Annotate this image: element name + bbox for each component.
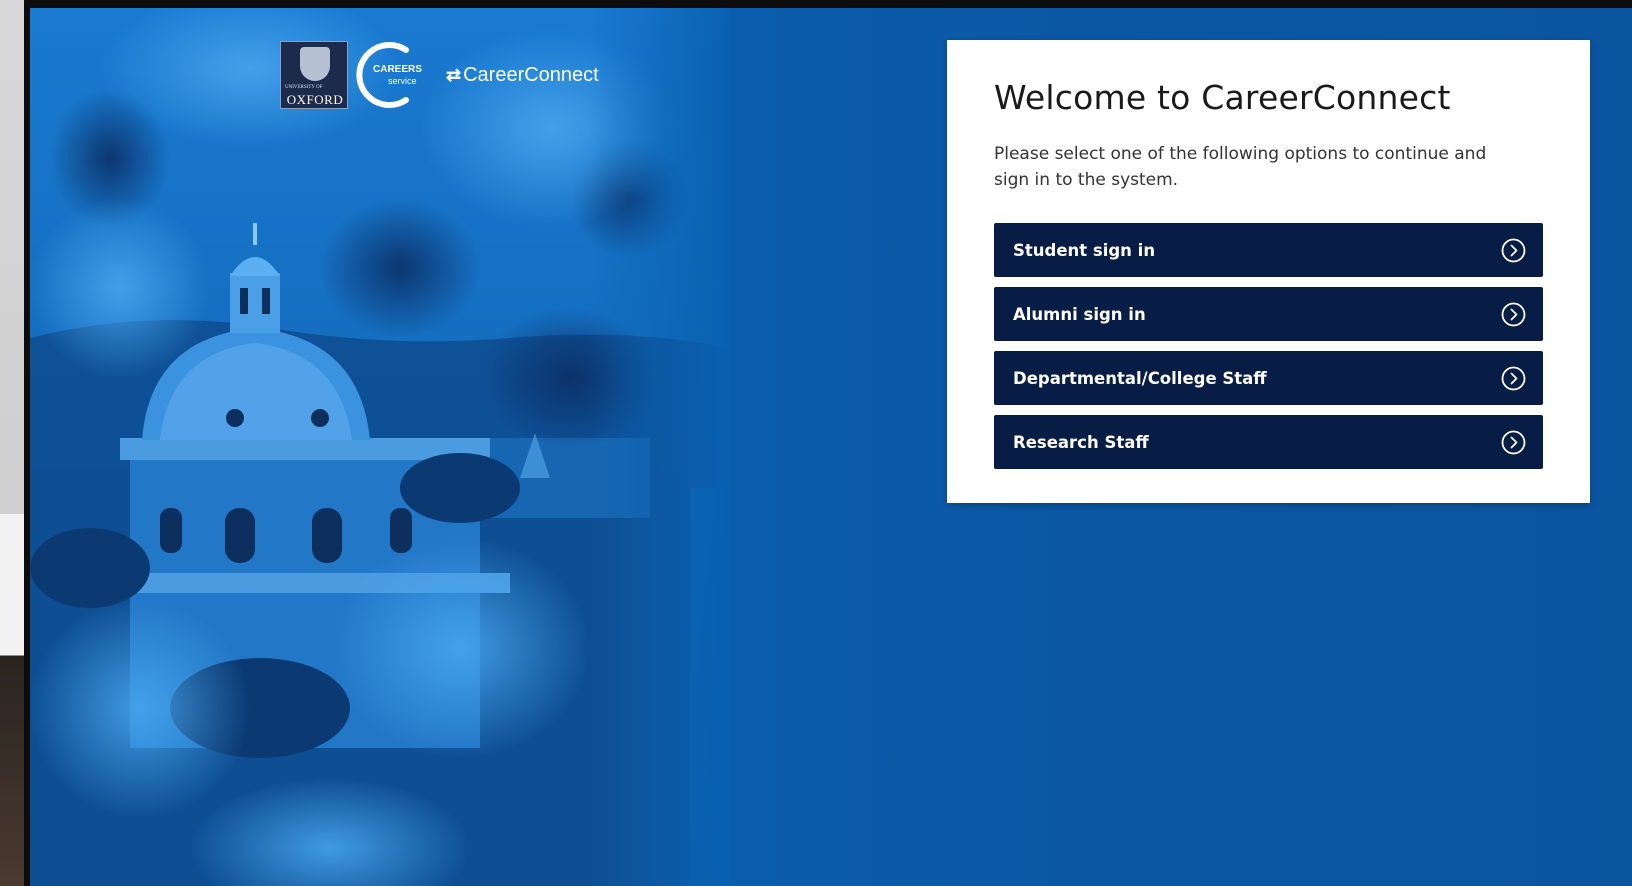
oxford-small-text: UNIVERSITY OF	[285, 85, 323, 90]
screen-frame: UNIVERSITY OF OXFORD CAREERS service ⇄ C…	[0, 0, 1632, 886]
alumni-sign-in-button[interactable]: Alumni sign in	[994, 287, 1543, 341]
careers-service-logo: CAREERS service	[354, 40, 426, 110]
oxford-crest-icon	[300, 47, 330, 81]
sign-in-card: Welcome to CareerConnect Please select o…	[947, 40, 1590, 503]
oxford-wordmark: OXFORD	[286, 92, 344, 107]
chevron-circle-right-icon	[1501, 430, 1526, 455]
background-window-edge	[0, 0, 24, 886]
departmental-college-staff-button[interactable]: Departmental/College Staff	[994, 351, 1543, 405]
page-title: Welcome to CareerConnect	[994, 78, 1451, 117]
research-staff-button[interactable]: Research Staff	[994, 415, 1543, 469]
hero-photo-radcliffe-camera	[30, 8, 730, 886]
student-sign-in-label: Student sign in	[1013, 240, 1156, 260]
chevron-circle-right-icon	[1501, 238, 1526, 263]
instructions-text: Please select one of the following optio…	[994, 144, 1487, 190]
link-icon: ⇄	[446, 64, 462, 85]
chevron-circle-right-icon	[1501, 366, 1526, 391]
careerconnect-logo: ⇄ CareerConnect	[446, 64, 599, 87]
departmental-college-staff-label: Departmental/College Staff	[1013, 368, 1267, 388]
alumni-sign-in-label: Alumni sign in	[1013, 304, 1146, 324]
brand-logos: UNIVERSITY OF OXFORD CAREERS service ⇄ C…	[280, 40, 599, 110]
oxford-university-logo: UNIVERSITY OF OXFORD	[280, 41, 348, 109]
chevron-circle-right-icon	[1501, 302, 1526, 327]
careerconnect-wordmark: CareerConnect	[463, 63, 599, 86]
student-sign-in-button[interactable]: Student sign in	[994, 223, 1543, 277]
careers-text: CAREERS	[373, 64, 422, 75]
sign-in-options: Student sign in Alumni sign in Departmen…	[994, 223, 1543, 469]
service-text: service	[388, 76, 417, 86]
research-staff-label: Research Staff	[1013, 432, 1149, 452]
